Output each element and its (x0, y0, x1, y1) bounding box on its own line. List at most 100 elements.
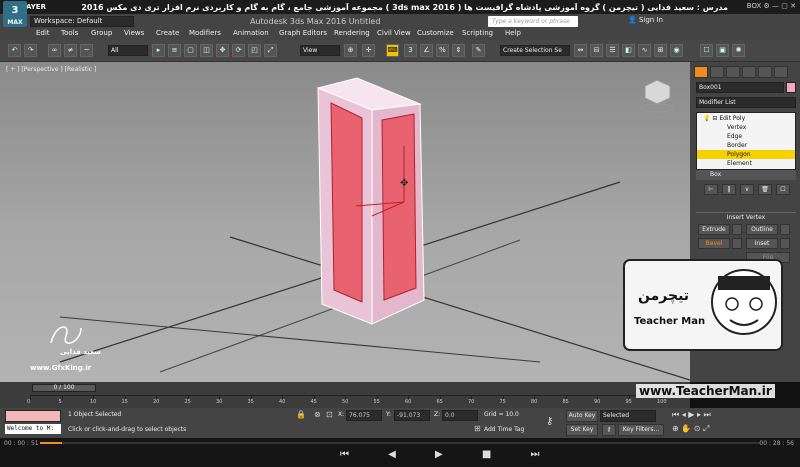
menu-animation[interactable]: Animation (233, 29, 269, 37)
snap-toggle-icon[interactable]: 3 (404, 44, 417, 57)
menu-group[interactable]: Group (91, 29, 112, 37)
select-object-icon[interactable]: ▸ (152, 44, 165, 57)
window-crossing-icon[interactable]: ◫ (200, 44, 213, 57)
percent-snap-icon[interactable]: % (436, 44, 449, 57)
extrude-settings-icon[interactable] (732, 224, 742, 235)
show-end-result-icon[interactable]: ‖ (722, 184, 736, 195)
inset-settings-icon[interactable] (780, 238, 790, 249)
outline-button[interactable]: Outline (746, 224, 778, 235)
absolute-mode-icon[interactable]: ⊡ (326, 410, 333, 419)
move-icon[interactable]: ✥ (216, 44, 229, 57)
isolate-icon[interactable]: ⊗ (314, 410, 321, 419)
key-filters-button[interactable]: Key Filters... (618, 424, 664, 436)
unlink-icon[interactable]: ≠ (64, 44, 77, 57)
key-mode-dropdown[interactable]: Selected (600, 410, 656, 422)
scene-explorer-icon[interactable]: ☰ (606, 44, 619, 57)
make-unique-icon[interactable]: ∨ (740, 184, 754, 195)
create-tab[interactable] (694, 66, 708, 78)
playback-controls[interactable]: ⏮ ◂ ▶ ▸ ⏭ (672, 410, 711, 420)
hierarchy-tab[interactable] (726, 66, 740, 78)
schematic-view-icon[interactable]: ⊞ (654, 44, 667, 57)
app-logo-button[interactable]: 3 MAX (3, 1, 27, 27)
menu-views[interactable]: Views (124, 29, 144, 37)
select-by-name-icon[interactable]: ≡ (168, 44, 181, 57)
bevel-settings-icon[interactable] (732, 238, 742, 249)
outline-settings-icon[interactable] (780, 224, 790, 235)
render-setup-icon[interactable]: ☐ (700, 44, 713, 57)
menu-scripting[interactable]: Scripting (462, 29, 493, 37)
object-color-swatch[interactable] (786, 82, 796, 93)
modifier-list-dropdown[interactable]: Modifier List (696, 97, 796, 108)
edit-named-selection-icon[interactable]: ✎ (472, 44, 485, 57)
rendered-frame-icon[interactable]: ▣ (716, 44, 729, 57)
key-icon[interactable]: ⚷ (546, 416, 553, 427)
render-icon[interactable]: ✺ (732, 44, 745, 57)
stack-item-border[interactable]: Border (697, 141, 795, 150)
mirror-icon[interactable]: ⇔ (574, 44, 587, 57)
menu-rendering[interactable]: Rendering (334, 29, 370, 37)
rect-selection-icon[interactable]: ▢ (184, 44, 197, 57)
curve-editor-icon[interactable]: ∿ (638, 44, 651, 57)
motion-tab[interactable] (742, 66, 756, 78)
layer-manager-icon[interactable]: ◧ (622, 44, 635, 57)
selection-filter-dropdown[interactable]: All (108, 45, 148, 56)
extrude-button[interactable]: Extrude (698, 224, 730, 235)
menu-edit[interactable]: Edit (36, 29, 50, 37)
link-icon[interactable]: ∞ (48, 44, 61, 57)
stack-item-element[interactable]: Element (697, 159, 795, 168)
keyboard-shortcut-icon[interactable]: ⌨ (386, 44, 399, 57)
lock-selection-icon[interactable]: 🔒 (296, 410, 306, 419)
stack-item-edge[interactable]: Edge (697, 132, 795, 141)
placement-icon[interactable]: ⤢ (264, 44, 277, 57)
named-selection-set-dropdown[interactable]: Create Selection Se (500, 45, 570, 56)
time-slider[interactable]: 0 / 100 (32, 384, 96, 392)
player-window-controls[interactable]: BOX ⚙ — ▢ ✕ (747, 2, 796, 10)
set-key-button[interactable]: Set Key (566, 424, 598, 436)
menu-tools[interactable]: Tools (61, 29, 78, 37)
menu-create[interactable]: Create (156, 29, 179, 37)
scale-icon[interactable]: ◰ (248, 44, 261, 57)
bevel-button[interactable]: Bevel (698, 238, 730, 249)
maxscript-listener[interactable] (5, 410, 61, 422)
configure-sets-icon[interactable]: ☐ (776, 184, 790, 195)
perspective-viewport[interactable]: [ + ] [Perspective ] [Realistic ] ✥ (0, 62, 690, 382)
menu-civil-view[interactable]: Civil View (377, 29, 411, 37)
utilities-tab[interactable] (774, 66, 788, 78)
pin-stack-icon[interactable]: ⊢ (704, 184, 718, 195)
pivot-center-icon[interactable]: ⊕ (344, 44, 357, 57)
spinner-snap-icon[interactable]: ⇕ (452, 44, 465, 57)
search-input[interactable]: Type a keyword or phrase (488, 16, 578, 27)
inset-button[interactable]: Inset (746, 238, 778, 249)
player-playback-buttons[interactable]: ⏮ ◀ ▶ ■ ⏭ (340, 449, 558, 460)
align-icon[interactable]: ⊟ (590, 44, 603, 57)
bind-space-warp-icon[interactable]: ~ (80, 44, 93, 57)
undo-icon[interactable]: ↶ (8, 44, 21, 57)
stack-item-box[interactable]: Box (696, 170, 796, 180)
menu-customize[interactable]: Customize (417, 29, 454, 37)
object-name-field[interactable]: Box001 (696, 82, 784, 93)
menu-graph-editors[interactable]: Graph Editors (279, 29, 327, 37)
set-keys-icon[interactable]: ⚷ (602, 424, 616, 436)
track-bar[interactable]: 0 5 10 15 20 25 30 35 40 45 50 55 60 65 70 75 80 85 90 95 10… (27, 395, 670, 405)
y-coordinate-field[interactable]: -91.073 (394, 410, 430, 421)
stack-item-vertex[interactable]: Vertex (697, 123, 795, 132)
seek-bar[interactable] (40, 442, 760, 444)
z-coordinate-field[interactable]: 0.0 (442, 410, 478, 421)
select-manipulate-icon[interactable]: ✛ (362, 44, 375, 57)
redo-icon[interactable]: ↷ (24, 44, 37, 57)
material-editor-icon[interactable]: ◉ (670, 44, 683, 57)
menu-help[interactable]: Help (505, 29, 521, 37)
auto-key-button[interactable]: Auto Key (566, 410, 598, 422)
menu-modifiers[interactable]: Modifiers (189, 29, 221, 37)
workspace-dropdown[interactable]: Workspace: Default (30, 16, 134, 27)
rotate-icon[interactable]: ⟳ (232, 44, 245, 57)
stack-item-polygon[interactable]: Polygon (697, 150, 795, 159)
display-tab[interactable] (758, 66, 772, 78)
stack-item-edit-poly[interactable]: 💡 ⊟ Edit Poly (697, 114, 795, 123)
modify-tab[interactable] (710, 66, 724, 78)
sign-in-button[interactable]: 👤 Sign In (628, 16, 663, 24)
maxscript-mini-listener[interactable]: Welcome to M: (5, 424, 61, 434)
reference-coord-dropdown[interactable]: View (300, 45, 340, 56)
viewport-navigation-icons[interactable]: ⊕ ✋ ⊙ ⤢ (672, 424, 709, 434)
x-coordinate-field[interactable]: 76.075 (346, 410, 382, 421)
